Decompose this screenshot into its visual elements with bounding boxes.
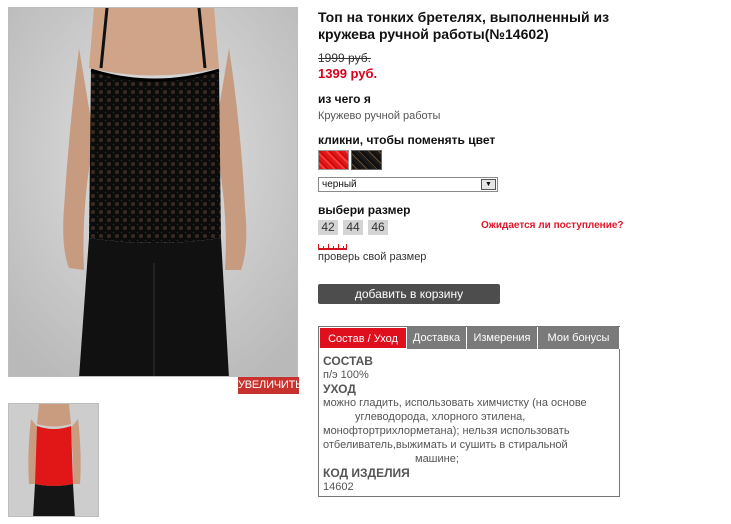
care-line: углеводорода, хлорного этилена, bbox=[355, 411, 526, 423]
tab-my-bonuses[interactable]: Мои бонусы bbox=[538, 327, 620, 349]
composition-heading: СОСТАВ bbox=[323, 354, 373, 368]
color-swatch-black[interactable] bbox=[351, 150, 382, 170]
tab-bar: Состав / Уход Доставка Измерения Мои бон… bbox=[319, 327, 620, 349]
sale-price: 1399 руб. bbox=[318, 66, 378, 81]
color-swatch-red[interactable] bbox=[318, 150, 349, 170]
care-line: машине; bbox=[415, 453, 459, 465]
ruler-icon[interactable] bbox=[318, 244, 347, 250]
thumbnail-illustration bbox=[9, 404, 98, 516]
main-product-photo[interactable] bbox=[8, 7, 298, 377]
product-title: Топ на тонких бретелях, выполненный из к… bbox=[318, 9, 610, 42]
care-heading: УХОД bbox=[323, 382, 356, 396]
thumbnail-red-variant[interactable] bbox=[8, 403, 99, 517]
availability-link[interactable]: Ожидается ли поступление? bbox=[481, 220, 624, 231]
size-label: выбери размер bbox=[318, 203, 411, 217]
model-illustration bbox=[9, 8, 297, 376]
material-label: из чего я bbox=[318, 92, 371, 106]
color-label: кликни, чтобы поменять цвет bbox=[318, 133, 496, 147]
zoom-button[interactable]: УВЕЛИЧИТЬ bbox=[238, 377, 302, 394]
product-info-tabs: Состав / Уход Доставка Измерения Мои бон… bbox=[318, 326, 620, 497]
care-line: отбеливатель,выжимать и сушить в стираль… bbox=[323, 439, 568, 451]
color-select[interactable]: черный ▼ bbox=[318, 177, 498, 192]
color-select-value: черный bbox=[322, 179, 357, 190]
tab-measurements[interactable]: Измерения bbox=[467, 327, 538, 349]
composition-value: п/э 100% bbox=[323, 369, 369, 381]
old-price: 1999 руб. bbox=[318, 51, 371, 65]
add-to-cart-button[interactable]: добавить в корзину bbox=[318, 284, 500, 304]
care-line: можно гладить, использовать химчистку (н… bbox=[323, 397, 587, 409]
check-size-link[interactable]: проверь свой размер bbox=[318, 251, 426, 263]
tab-delivery[interactable]: Доставка bbox=[407, 327, 467, 349]
material-value: Кружево ручной работы bbox=[318, 110, 441, 122]
tab-content: СОСТАВ п/э 100% УХОД можно гладить, испо… bbox=[323, 354, 613, 494]
size-option-44[interactable]: 44 bbox=[343, 220, 363, 235]
care-line: монофтортрихлорметана); нельзя использов… bbox=[323, 425, 570, 437]
size-option-42[interactable]: 42 bbox=[318, 220, 338, 235]
tab-composition-care[interactable]: Состав / Уход bbox=[319, 327, 407, 349]
chevron-down-icon[interactable]: ▼ bbox=[481, 179, 496, 190]
code-heading: КОД ИЗДЕЛИЯ bbox=[323, 466, 410, 480]
size-option-46[interactable]: 46 bbox=[368, 220, 388, 235]
code-value: 14602 bbox=[323, 481, 354, 493]
